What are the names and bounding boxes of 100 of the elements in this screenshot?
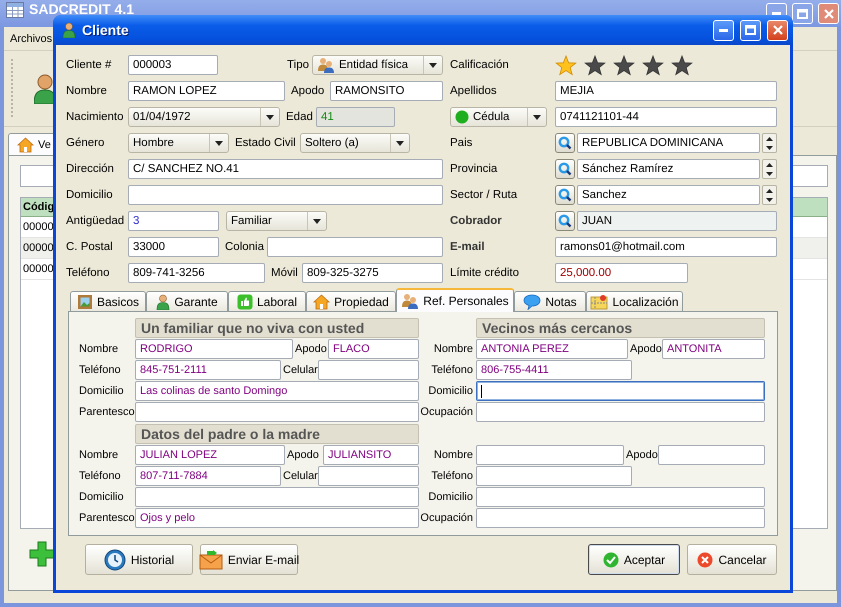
search-icon: [558, 136, 572, 150]
star-rating[interactable]: [555, 54, 693, 76]
search-icon: [558, 162, 572, 176]
input-field[interactable]: [476, 381, 765, 401]
input-field[interactable]: RODRIGO: [135, 339, 293, 359]
accept-button[interactable]: Aceptar: [588, 544, 680, 575]
down-arrow-icon: [766, 146, 773, 150]
input-field[interactable]: 807-711-7884: [135, 466, 281, 486]
input-field[interactable]: [476, 445, 624, 465]
input-field[interactable]: [135, 402, 419, 422]
input-field[interactable]: 809-325-3275: [302, 263, 443, 283]
search-button[interactable]: [555, 159, 575, 179]
input-field[interactable]: 806-755-4411: [476, 360, 632, 380]
input-field[interactable]: RAMON LOPEZ: [128, 81, 285, 101]
input-field[interactable]: [267, 237, 443, 257]
search-button[interactable]: [555, 133, 575, 153]
spin-button[interactable]: [762, 159, 777, 179]
input-field[interactable]: Sánchez Ramírez: [577, 159, 760, 179]
close-button[interactable]: [767, 20, 788, 40]
field-label: Cobrador: [450, 214, 503, 229]
send-email-button[interactable]: Enviar E-mail: [200, 544, 298, 575]
star-icon: [613, 54, 635, 76]
field-label: Teléfono: [79, 469, 122, 484]
field-label: C. Postal: [66, 240, 114, 255]
field-label: Calificación: [450, 58, 510, 73]
input-field[interactable]: [128, 185, 443, 205]
field-label: Celular: [282, 469, 318, 484]
field-label: Domicilio: [427, 384, 474, 399]
input-field[interactable]: [476, 487, 765, 507]
input-field[interactable]: [318, 466, 419, 486]
envelope-icon: [198, 550, 223, 570]
input-field[interactable]: RAMONSITO: [330, 81, 443, 101]
field-label: Domicilio: [427, 490, 474, 505]
maximize-button[interactable]: [740, 20, 761, 40]
spin-button[interactable]: [762, 133, 777, 153]
menu-item[interactable]: Archivos: [10, 32, 52, 44]
input-field[interactable]: MEJIA: [555, 81, 777, 101]
input-field[interactable]: [318, 360, 419, 380]
tab[interactable]: Propiedad: [306, 291, 396, 311]
input-field[interactable]: C/ SANCHEZ NO.41: [128, 159, 443, 179]
search-button[interactable]: [555, 185, 575, 205]
field-label: Nacimiento: [66, 110, 125, 125]
input-field[interactable]: 000003: [128, 55, 218, 75]
dropdown[interactable]: Entidad física: [312, 55, 443, 75]
field-label: Apodo: [294, 342, 328, 357]
field-label: Género: [66, 136, 106, 151]
tab[interactable]: Localización: [586, 291, 683, 311]
input-field[interactable]: FLACO: [328, 339, 419, 359]
input-field[interactable]: ramons01@hotmail.com: [555, 237, 777, 257]
up-arrow-icon: [766, 188, 773, 192]
input-field[interactable]: JUAN: [577, 211, 777, 231]
input-field[interactable]: 809-741-3256: [128, 263, 265, 283]
plus-icon[interactable]: [29, 541, 55, 567]
field-label: Tipo: [286, 58, 310, 73]
input-field[interactable]: JULIAN LOPEZ: [135, 445, 285, 465]
tab[interactable]: Notas: [514, 291, 586, 311]
history-button[interactable]: Historial: [85, 544, 193, 575]
input-field[interactable]: Ojos y pelo: [135, 508, 419, 528]
input-field[interactable]: 845-751-2111: [135, 360, 281, 380]
spin-button[interactable]: [762, 185, 777, 205]
input-field[interactable]: REPUBLICA DOMINICANA: [577, 133, 760, 153]
maximize-button[interactable]: [792, 3, 813, 24]
field-label: Estado Civil: [234, 136, 297, 151]
cancel-button[interactable]: Cancelar: [687, 544, 777, 575]
input-field[interactable]: [135, 487, 419, 507]
dropdown[interactable]: Hombre: [128, 133, 229, 153]
input-field[interactable]: ANTONIA PEREZ: [476, 339, 628, 359]
field-label: Apodo: [629, 342, 662, 357]
input-field[interactable]: 0741121101-44: [555, 107, 777, 127]
caret-icon: [533, 114, 541, 120]
input-field[interactable]: 33000: [128, 237, 219, 257]
input-field[interactable]: [476, 508, 765, 528]
input-field[interactable]: [658, 445, 765, 465]
dropdown[interactable]: Familiar: [226, 211, 327, 231]
input-field[interactable]: 25,000.00: [555, 263, 688, 283]
tab[interactable]: Laboral: [228, 291, 306, 311]
input-field[interactable]: 41: [316, 107, 395, 127]
input-field[interactable]: Las colinas de santo Domingo: [135, 381, 419, 401]
input-field[interactable]: JULIANSITO: [323, 445, 419, 465]
input-field[interactable]: 3: [128, 211, 219, 231]
tab[interactable]: Ref. Personales: [396, 288, 514, 312]
search-button[interactable]: [555, 211, 575, 231]
minimize-icon: [772, 12, 781, 15]
field-label: Ocupación: [420, 405, 474, 420]
field-label: Apodo: [625, 448, 658, 463]
people-icon: [401, 293, 420, 309]
input-field[interactable]: [476, 402, 765, 422]
minimize-button[interactable]: [713, 20, 734, 40]
tab[interactable]: Basicos: [70, 291, 146, 311]
close-button[interactable]: [818, 3, 839, 24]
input-field[interactable]: [476, 466, 632, 486]
tab[interactable]: Garante: [146, 291, 228, 311]
thumbs-up-icon: [236, 294, 253, 310]
down-arrow-icon: [766, 172, 773, 176]
dropdown[interactable]: 01/04/1972: [128, 107, 280, 127]
dropdown[interactable]: Soltero (a): [300, 133, 410, 153]
dropdown[interactable]: Cédula: [450, 107, 547, 127]
input-field[interactable]: Sanchez: [577, 185, 760, 205]
input-field[interactable]: ANTONITA: [662, 339, 765, 359]
speech-bubble-icon: [523, 294, 542, 310]
